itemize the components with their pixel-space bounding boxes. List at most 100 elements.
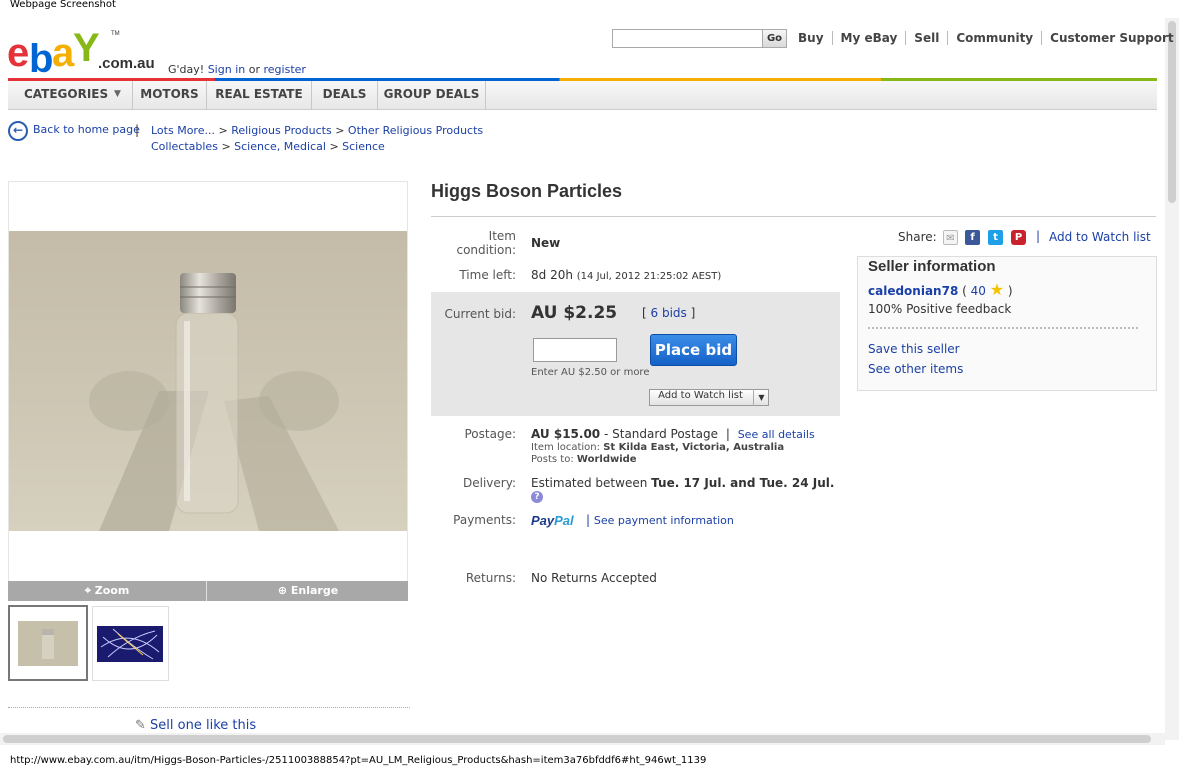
categories-menu[interactable]: CATEGORIES ▼ (8, 81, 133, 109)
logo-letter-y: Y (73, 26, 100, 70)
horizontal-scrollbar-thumb[interactable] (3, 735, 1151, 743)
breadcrumb-gt: > (329, 140, 339, 153)
pinterest-icon[interactable]: P (1011, 230, 1026, 245)
logo-letter-e: e (7, 31, 28, 75)
star-icon[interactable]: ★ (990, 280, 1004, 299)
breadcrumb-other-religious-products[interactable]: Other Religious Products (348, 124, 483, 137)
payments-separator: | (586, 513, 591, 527)
feedback-score-link[interactable]: 40 (971, 284, 986, 298)
condition-label-line2: condition: (456, 243, 516, 257)
breadcrumb-lots-more[interactable]: Lots More... (151, 124, 215, 137)
see-all-details-link[interactable]: See all details (738, 428, 815, 441)
chevron-down-icon[interactable]: ▼ (753, 389, 769, 406)
current-bid-label: Current bid: (444, 307, 517, 321)
nav-group-deals[interactable]: GROUP DEALS (378, 81, 486, 109)
back-arrow-icon[interactable]: ← (8, 121, 28, 141)
breadcrumb-science-medical[interactable]: Science, Medical (234, 140, 326, 153)
time-left-value: 8d 20h (14 Jul, 2012 21:25:02 AEST) (531, 268, 721, 282)
add-to-watch-list-link[interactable]: Add to Watch list (1049, 230, 1151, 244)
postage-label: Postage: (464, 427, 516, 441)
sell-one-like-this[interactable]: ✎ Sell one like this (135, 718, 256, 733)
window-title: Webpage Screenshot (10, 0, 116, 10)
delivery-row: Estimated between Tue. 17 Jul. and Tue. … (531, 476, 834, 490)
seller-divider (868, 327, 1138, 329)
categories-label: CATEGORIES (24, 87, 109, 101)
chevron-down-icon[interactable]: ▼ (114, 81, 121, 107)
feedback-close-paren: ) (1007, 284, 1013, 298)
item-location: Item location: St Kilda East, Victoria, … (531, 442, 784, 453)
returns-label: Returns: (465, 571, 516, 585)
payments-label: Payments: (453, 513, 516, 527)
zoom-button[interactable]: ⌖ Zoom (8, 581, 207, 601)
enlarge-button[interactable]: ⊕ Enlarge (208, 581, 408, 601)
help-icon[interactable]: ? (531, 491, 543, 503)
posts-to-value: Worldwide (576, 454, 637, 465)
breadcrumb-science[interactable]: Science (342, 140, 385, 153)
breadcrumb-gt: > (335, 124, 345, 137)
bid-count-close: ] (690, 306, 696, 320)
positive-feedback: 100% Positive feedback (868, 302, 1012, 316)
nav-motors[interactable]: MOTORS (133, 81, 207, 109)
breadcrumb-separator: | (135, 123, 140, 137)
item-location-label: Item location: (531, 442, 600, 453)
search-input[interactable] (612, 29, 787, 48)
logo-trademark: TM (111, 31, 120, 37)
logo-letter-b: b (29, 37, 52, 76)
bid-amount-input[interactable] (533, 338, 617, 362)
breadcrumb-gt: > (218, 124, 228, 137)
thumbnail-1[interactable] (8, 605, 88, 681)
bid-history-link[interactable]: 6 bids (651, 306, 687, 320)
item-title: Higgs Boson Particles (431, 181, 623, 201)
nav-deals[interactable]: DEALS (312, 81, 378, 109)
delivery-label: Delivery: (463, 476, 516, 490)
greeting-line: G'day! Sign in or register (168, 63, 306, 76)
bid-count-open: [ (642, 306, 647, 320)
logo-suffix: .com.au (98, 55, 155, 72)
current-bid-value: AU $2.25 (531, 303, 618, 323)
nav-customer-support[interactable]: Customer Support (1041, 31, 1180, 45)
see-other-items-link[interactable]: See other items (868, 362, 963, 376)
share-label: Share: (898, 230, 937, 244)
postage-value: AU $15.00 (531, 427, 601, 441)
register-link[interactable]: register (264, 63, 306, 76)
nav-my-ebay[interactable]: My eBay (831, 31, 906, 45)
status-bar-url: http://www.ebay.com.au/itm/Higgs-Boson-P… (10, 755, 707, 766)
back-to-home-link[interactable]: Back to home page (33, 123, 140, 136)
email-icon[interactable]: ✉ (943, 230, 958, 245)
see-payment-info-link[interactable]: See payment information (594, 514, 734, 527)
thumbnail-2[interactable] (92, 606, 169, 681)
seller-name-link[interactable]: caledonian78 (868, 284, 958, 298)
item-location-value: St Kilda East, Victoria, Australia (603, 442, 785, 453)
greeting-text: G'day! (168, 63, 205, 76)
time-left-label: Time left: (459, 268, 516, 282)
time-left-date: (14 Jul, 2012 21:25:02 AEST) (576, 271, 722, 282)
breadcrumb-religious-products[interactable]: Religious Products (231, 124, 332, 137)
paypal-logo: PayPal (531, 513, 574, 528)
vertical-scrollbar-thumb[interactable] (1168, 21, 1176, 203)
nav-community[interactable]: Community (947, 31, 1041, 45)
sell-one-link[interactable]: Sell one like this (150, 718, 256, 733)
sign-in-link[interactable]: Sign in (208, 63, 246, 76)
bid-count: [ 6 bids ] (642, 306, 695, 320)
nav-buy[interactable]: Buy (790, 31, 832, 45)
facebook-icon[interactable]: f (965, 230, 980, 245)
breadcrumb-gt: > (221, 140, 231, 153)
magnifier-plus-icon: ⊕ (277, 584, 288, 597)
logo-letter-a: a (52, 31, 75, 75)
or-text: or (248, 63, 260, 76)
payments-row: | See payment information (586, 513, 734, 527)
nav-sell[interactable]: Sell (905, 31, 947, 45)
feedback-open-paren: ( (962, 284, 967, 298)
save-seller-link[interactable]: Save this seller (868, 342, 960, 356)
main-item-photo[interactable] (9, 231, 407, 531)
paypal-logo-part2: Pal (554, 513, 574, 528)
breadcrumb-collectables[interactable]: Collectables (151, 140, 218, 153)
add-to-watch-list-label[interactable]: Add to Watch list (649, 390, 752, 401)
nav-real-estate[interactable]: REAL ESTATE (207, 81, 312, 109)
twitter-icon[interactable]: t (988, 230, 1003, 245)
paypal-logo-part1: Pay (531, 513, 555, 528)
ebay-logo[interactable]: e b a Y .com.au TM (7, 26, 159, 81)
place-bid-button[interactable]: Place bid (650, 334, 737, 366)
posts-to: Posts to: Worldwide (531, 454, 637, 465)
go-button[interactable]: Go (762, 30, 786, 47)
